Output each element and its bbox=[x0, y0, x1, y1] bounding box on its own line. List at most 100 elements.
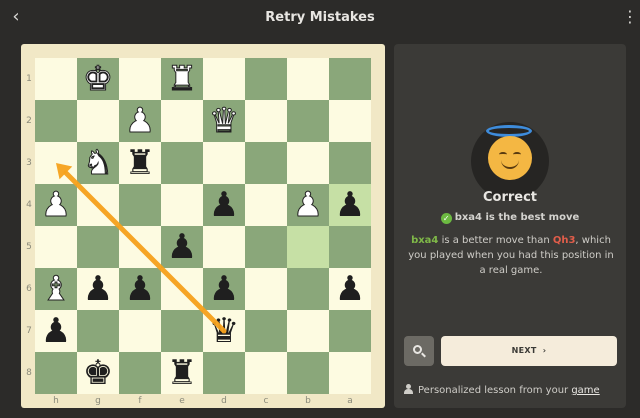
square-f1[interactable] bbox=[119, 58, 161, 100]
check-circle-icon: ✓ bbox=[440, 213, 452, 224]
black-piece-f3[interactable]: ♜ bbox=[119, 142, 161, 184]
page-title: Retry Mistakes bbox=[265, 10, 375, 25]
square-c4[interactable] bbox=[245, 184, 287, 226]
square-c5[interactable] bbox=[245, 226, 287, 268]
best-move-text: bxa4 is the best move bbox=[454, 212, 580, 223]
square-b2[interactable] bbox=[287, 100, 329, 142]
file-label-h: h bbox=[53, 396, 59, 406]
black-piece-g6[interactable]: ♟ bbox=[77, 268, 119, 310]
file-label-b: b bbox=[305, 396, 311, 406]
square-h2[interactable] bbox=[35, 100, 77, 142]
square-h5[interactable] bbox=[35, 226, 77, 268]
square-e7[interactable] bbox=[161, 310, 203, 352]
smiley-face bbox=[488, 136, 532, 180]
explanation-text: bxa4 is a better move than Qh3, which yo… bbox=[408, 233, 614, 278]
square-a2[interactable] bbox=[329, 100, 371, 142]
best-move-line: ✓ bxa4 is the best move bbox=[394, 212, 626, 224]
black-piece-d6[interactable]: ♟ bbox=[203, 268, 245, 310]
file-label-g: g bbox=[95, 396, 101, 406]
square-f7[interactable] bbox=[119, 310, 161, 352]
rank-label-8: 8 bbox=[26, 368, 32, 378]
rank-label-2: 2 bbox=[26, 116, 32, 126]
black-piece-d7[interactable]: ♛ bbox=[203, 310, 245, 352]
top-bar: ‹ Retry Mistakes ⋮ bbox=[0, 0, 640, 36]
square-b3[interactable] bbox=[287, 142, 329, 184]
square-d8[interactable] bbox=[203, 352, 245, 394]
square-a1[interactable] bbox=[329, 58, 371, 100]
rank-label-7: 7 bbox=[26, 326, 32, 336]
file-label-a: a bbox=[347, 396, 353, 406]
black-piece-f6[interactable]: ♟ bbox=[119, 268, 161, 310]
square-e3[interactable] bbox=[161, 142, 203, 184]
analysis-search-button[interactable] bbox=[404, 336, 434, 366]
white-piece-b4[interactable]: ♟ bbox=[287, 184, 329, 226]
square-a7[interactable] bbox=[329, 310, 371, 352]
white-piece-d2[interactable]: ♛ bbox=[203, 100, 245, 142]
rank-label-6: 6 bbox=[26, 284, 32, 294]
square-f4[interactable] bbox=[119, 184, 161, 226]
square-b7[interactable] bbox=[287, 310, 329, 352]
magnifier-handle bbox=[421, 352, 426, 358]
white-piece-f2[interactable]: ♟ bbox=[119, 100, 161, 142]
square-a5[interactable] bbox=[329, 226, 371, 268]
black-piece-e5[interactable]: ♟ bbox=[161, 226, 203, 268]
square-b5[interactable] bbox=[287, 226, 329, 268]
black-piece-d4[interactable]: ♟ bbox=[203, 184, 245, 226]
square-d3[interactable] bbox=[203, 142, 245, 184]
black-piece-a6[interactable]: ♟ bbox=[329, 268, 371, 310]
square-b8[interactable] bbox=[287, 352, 329, 394]
white-piece-g1[interactable]: ♚ bbox=[77, 58, 119, 100]
square-g7[interactable] bbox=[77, 310, 119, 352]
square-e6[interactable] bbox=[161, 268, 203, 310]
bad-move: Qh3 bbox=[552, 235, 576, 246]
black-piece-a4[interactable]: ♟ bbox=[329, 184, 371, 226]
square-b1[interactable] bbox=[287, 58, 329, 100]
square-g5[interactable] bbox=[77, 226, 119, 268]
square-c3[interactable] bbox=[245, 142, 287, 184]
lesson-line: Personalized lesson from your game bbox=[404, 384, 600, 396]
square-c7[interactable] bbox=[245, 310, 287, 352]
chess-board[interactable]: ♚ ♜ ♟ ♛ ♞ ♜ ♟ ♟ ♟ ♟ ♟ ♝ ♟ ♟ ♟ ♟ ♟ ♛ ♚ ♜ bbox=[35, 58, 371, 394]
white-piece-e1[interactable]: ♜ bbox=[161, 58, 203, 100]
rank-label-4: 4 bbox=[26, 200, 32, 210]
square-f5[interactable] bbox=[119, 226, 161, 268]
square-h1[interactable] bbox=[35, 58, 77, 100]
square-g2[interactable] bbox=[77, 100, 119, 142]
square-a3[interactable] bbox=[329, 142, 371, 184]
square-h8[interactable] bbox=[35, 352, 77, 394]
person-icon bbox=[404, 384, 414, 394]
explanation-mid: is a better move than bbox=[438, 235, 553, 246]
result-title: Correct bbox=[482, 190, 538, 205]
square-c2[interactable] bbox=[245, 100, 287, 142]
square-a8[interactable] bbox=[329, 352, 371, 394]
square-d1[interactable] bbox=[203, 58, 245, 100]
rank-label-1: 1 bbox=[26, 74, 32, 84]
file-label-e: e bbox=[179, 396, 185, 406]
square-c1[interactable] bbox=[245, 58, 287, 100]
game-link[interactable]: game bbox=[571, 385, 599, 396]
square-c6[interactable] bbox=[245, 268, 287, 310]
black-piece-g8[interactable]: ♚ bbox=[77, 352, 119, 394]
file-label-c: c bbox=[263, 396, 269, 406]
square-c8[interactable] bbox=[245, 352, 287, 394]
file-label-f: f bbox=[138, 396, 142, 406]
white-piece-h4[interactable]: ♟ bbox=[35, 184, 77, 226]
square-e2[interactable] bbox=[161, 100, 203, 142]
square-e4[interactable] bbox=[161, 184, 203, 226]
square-d5[interactable] bbox=[203, 226, 245, 268]
rank-label-3: 3 bbox=[26, 158, 32, 168]
good-move: bxa4 bbox=[411, 235, 439, 246]
black-piece-e8[interactable]: ♜ bbox=[161, 352, 203, 394]
square-b6[interactable] bbox=[287, 268, 329, 310]
file-label-d: d bbox=[221, 396, 227, 406]
white-piece-h6[interactable]: ♝ bbox=[35, 268, 77, 310]
square-f8[interactable] bbox=[119, 352, 161, 394]
white-piece-g3[interactable]: ♞ bbox=[77, 142, 119, 184]
left-eye bbox=[499, 152, 507, 157]
next-button[interactable]: NEXT › bbox=[441, 336, 617, 366]
square-h3[interactable] bbox=[35, 142, 77, 184]
kebab-menu-icon[interactable]: ⋮ bbox=[622, 8, 638, 28]
black-piece-h7[interactable]: ♟ bbox=[35, 310, 77, 352]
square-g4[interactable] bbox=[77, 184, 119, 226]
right-eye bbox=[513, 152, 521, 157]
